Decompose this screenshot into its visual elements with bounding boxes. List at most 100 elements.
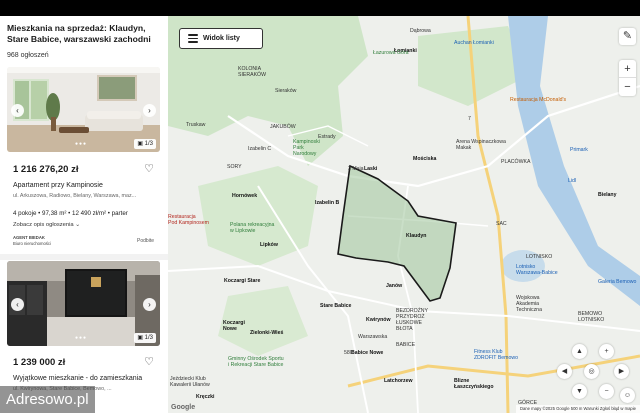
- minus-icon[interactable]: −: [619, 78, 636, 96]
- listing-card[interactable]: ‹ › ●●● ▣ 1/3 1 216 276,20 zł ♡ Apartame…: [7, 67, 160, 257]
- map-nav-right[interactable]: ▶: [614, 364, 629, 379]
- map-label: LOTNISKO: [526, 254, 553, 260]
- pegman-icon[interactable]: ☺: [620, 388, 635, 403]
- listing-photo[interactable]: ‹ › ●●● ▣ 1/3: [7, 261, 160, 346]
- map-label: Janów: [386, 283, 403, 289]
- list-view-button[interactable]: Widok listy: [179, 28, 263, 49]
- photo-counter-text: 1/3: [144, 141, 153, 147]
- heart-icon[interactable]: ♡: [144, 355, 154, 368]
- map-label: SAC: [496, 221, 507, 227]
- map-label: Gminny Ośrodek Sportu i Rekreacji Stare …: [228, 356, 284, 368]
- map-label: Łazurowa Góra: [373, 50, 409, 56]
- photo-counter: ▣ 1/3: [134, 333, 156, 343]
- plus-icon[interactable]: +: [619, 60, 636, 78]
- zoom-in-bottom-icon[interactable]: +: [599, 344, 614, 359]
- map-label: Lidl: [568, 178, 577, 184]
- map-label: Arena Wspinaczkowa Makak: [456, 139, 506, 151]
- list-view-label: Widok listy: [203, 35, 240, 42]
- promo-badge: Podbite: [137, 238, 154, 244]
- map-label: Fitness Klub ZDROFIT Bemowo: [474, 349, 519, 361]
- road-number: 580: [344, 350, 353, 356]
- show-description-label: Zobacz opis ogłoszenia: [13, 222, 74, 228]
- map-label: Koczargi Nowe: [223, 320, 245, 332]
- road-name: Warszawska: [358, 334, 388, 340]
- map-label: Hornówek: [232, 193, 258, 199]
- map-label: Zielonki-Wieś: [250, 330, 284, 336]
- map-label: BEZDROŻNY PRZYDROŻ ŁUSKOWE BŁOTA: [396, 308, 428, 332]
- listing-params: 4 pokoje • 97,38 m² • 12 490 zł/m² • par…: [13, 210, 128, 217]
- chevron-down-icon: ⌄: [75, 222, 81, 228]
- map-label: Izabelin B: [315, 200, 340, 206]
- map-label: Auchan Łomianki: [454, 40, 494, 46]
- map-label: Lipków: [260, 242, 278, 248]
- camera-icon: ▣: [137, 141, 143, 147]
- zoom-control: + −: [619, 60, 636, 96]
- road-name: Estrady: [318, 134, 336, 140]
- map-label: Galeria Bemowo: [598, 279, 637, 285]
- road-number: 7: [468, 116, 471, 122]
- map-label: Jeździecki Klub Kawalerii Ułanów: [170, 376, 210, 388]
- photo-counter-text: 1/3: [144, 335, 153, 341]
- map-label: PLACÓWKA: [501, 159, 531, 165]
- map-label: Laski: [364, 166, 378, 172]
- photo-counter: ▣ 1/3: [134, 139, 156, 149]
- map-nav-down[interactable]: ▼: [572, 384, 587, 399]
- map-nav-left[interactable]: ◀: [557, 364, 572, 379]
- search-area-polygon[interactable]: [337, 164, 457, 302]
- map-attribution[interactable]: Dane mapy ©2025 Google 500 m Warunki Zgł…: [515, 405, 640, 413]
- map-label: Kwirynów: [366, 317, 391, 323]
- listing-photo[interactable]: ‹ › ●●● ▣ 1/3: [7, 67, 160, 152]
- map-label: Sieraków: [275, 88, 297, 94]
- forest-area: [198, 166, 318, 266]
- map-label: Kręczki: [196, 394, 215, 400]
- map-view[interactable]: Widok listy ✎ + − ▲ + ◀ ◎ ▶ ▼ − ☺ Dąbrow…: [168, 16, 640, 413]
- map-label: Polana rekreacyjna w Lipkowie: [230, 222, 275, 234]
- watermark-text: Adresowo.pl: [0, 386, 95, 413]
- listing-price: 1 239 000 zł: [13, 357, 66, 368]
- listing-address: ul. Arkuszowa, Radiowo, Bielany, Warszaw…: [13, 193, 137, 199]
- map-label: Blizne Łaszczyńskiego: [454, 378, 494, 390]
- map-label: Klaudyn: [406, 233, 427, 239]
- next-photo-button[interactable]: ›: [143, 104, 156, 117]
- map-label: Lotnisko Warszawa-Babice: [516, 264, 558, 276]
- card-divider: [0, 254, 168, 260]
- map-label: Kampinoski Park Narodowy: [293, 139, 320, 157]
- map-label: BEMOWO LOTNISKO: [578, 311, 605, 323]
- pencil-icon[interactable]: ✎: [619, 28, 636, 45]
- map-label: Stare Babice: [320, 303, 352, 309]
- map-label: Bielany: [598, 192, 617, 198]
- camera-icon: ▣: [137, 335, 143, 341]
- zoom-out-bottom-icon[interactable]: −: [599, 384, 614, 399]
- prev-photo-button[interactable]: ‹: [11, 298, 24, 311]
- heart-icon[interactable]: ♡: [144, 162, 154, 175]
- map-label: Koczargi Stare: [224, 278, 261, 284]
- prev-photo-button[interactable]: ‹: [11, 104, 24, 117]
- map-label: Wojskowa Akademia Techniczna: [516, 295, 542, 313]
- results-count: 968 ogłoszeń: [7, 52, 49, 59]
- photo-dots: ●●●: [75, 335, 88, 341]
- map-label: KOLONIA SIERAKÓW: [238, 66, 266, 78]
- map-label: SORY: [227, 164, 242, 170]
- map-nav-up[interactable]: ▲: [572, 344, 587, 359]
- next-photo-button[interactable]: ›: [143, 298, 156, 311]
- map-nav-center[interactable]: ◎: [584, 364, 599, 379]
- listing-price: 1 216 276,20 zł: [13, 164, 79, 175]
- map-label: Latchorzew: [384, 378, 413, 384]
- road-name: 3 Maja: [348, 166, 364, 172]
- listing-sidebar: Mieszkania na sprzedaż: Klaudyn, Stare B…: [0, 16, 168, 413]
- listing-title[interactable]: Wyjątkowe mieszkanie - do zamieszkania: [13, 375, 142, 382]
- listing-title[interactable]: Apartament przy Kampinosie: [13, 182, 103, 189]
- show-description-link[interactable]: Zobacz opis ogłoszenia ⌄: [13, 222, 80, 228]
- agent-info: AGENT BIEDAK Biuro nieruchomości: [13, 235, 51, 246]
- agent-type: Biuro nieruchomości: [13, 240, 51, 246]
- map-label: BABICE: [396, 342, 416, 348]
- map-label: Truskaw: [186, 122, 206, 128]
- page-title: Mieszkania na sprzedaż: Klaudyn, Stare B…: [7, 23, 151, 44]
- map-label: Restauracja Pod Kampinosem: [168, 214, 209, 226]
- map-label: Dąbrowa: [410, 28, 431, 34]
- map-label: Izabelin C: [248, 146, 272, 152]
- map-label: Mościska: [413, 156, 437, 162]
- map-label: Babice Nowe: [351, 350, 384, 356]
- top-bar: [0, 0, 640, 16]
- map-label: JAKUBÓW: [270, 124, 296, 130]
